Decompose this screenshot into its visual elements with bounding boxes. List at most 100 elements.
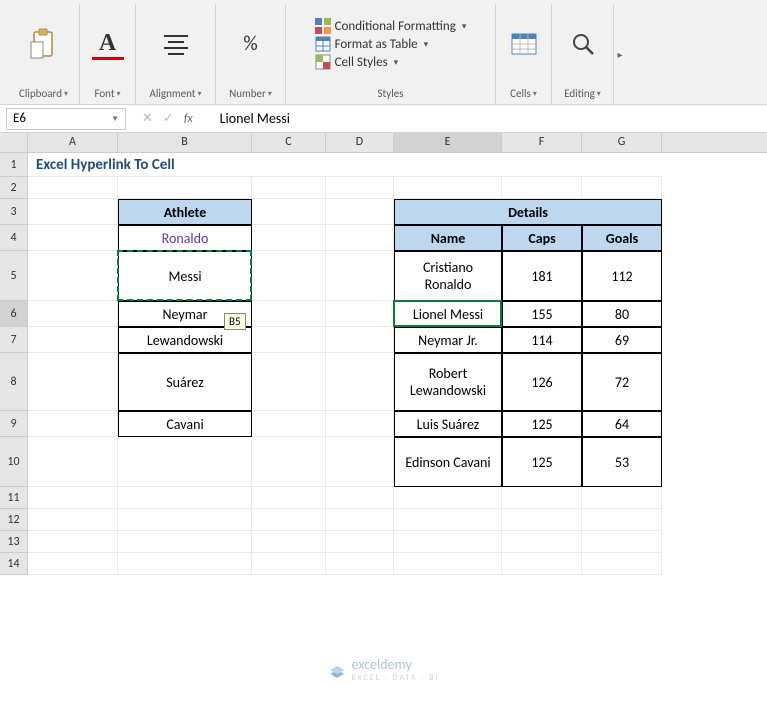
- cell[interactable]: [326, 531, 394, 553]
- cells-icon[interactable]: [508, 28, 540, 60]
- cell[interactable]: [394, 487, 502, 509]
- cell[interactable]: [118, 531, 252, 553]
- cell[interactable]: [28, 353, 118, 411]
- row-header[interactable]: 3: [0, 199, 28, 225]
- alignment-label[interactable]: Alignment: [149, 87, 195, 100]
- cell[interactable]: [502, 177, 582, 199]
- alignment-icon[interactable]: [160, 28, 192, 60]
- details-col-name[interactable]: Name: [394, 225, 502, 251]
- formula-cancel-icon[interactable]: ✕: [142, 111, 153, 126]
- cell[interactable]: [28, 553, 118, 575]
- formula-bar[interactable]: Lionel Messi: [203, 108, 767, 130]
- details-goals[interactable]: 80: [582, 301, 662, 327]
- details-caps[interactable]: 114: [502, 327, 582, 353]
- cell[interactable]: [252, 225, 326, 251]
- font-label[interactable]: Font: [94, 87, 114, 100]
- details-caps[interactable]: 181: [502, 251, 582, 301]
- editing-label[interactable]: Editing: [564, 87, 595, 100]
- row-header[interactable]: 13: [0, 531, 28, 553]
- details-goals[interactable]: 72: [582, 353, 662, 411]
- cell[interactable]: [252, 251, 326, 301]
- cell[interactable]: [28, 411, 118, 437]
- details-caps[interactable]: 125: [502, 411, 582, 437]
- cell[interactable]: [326, 327, 394, 353]
- cell[interactable]: [28, 301, 118, 327]
- cell[interactable]: [582, 177, 662, 199]
- cell[interactable]: [326, 553, 394, 575]
- cell[interactable]: [394, 177, 502, 199]
- cell[interactable]: [326, 353, 394, 411]
- cell[interactable]: [252, 353, 326, 411]
- cell[interactable]: [252, 509, 326, 531]
- details-goals[interactable]: 53: [582, 437, 662, 487]
- cells-label[interactable]: Cells: [510, 87, 531, 100]
- number-label[interactable]: Number: [229, 87, 266, 100]
- row-header[interactable]: 1: [0, 153, 28, 177]
- details-header[interactable]: Details: [394, 199, 662, 225]
- cell[interactable]: [252, 487, 326, 509]
- cell[interactable]: [252, 437, 326, 487]
- col-header[interactable]: F: [502, 133, 582, 152]
- cell[interactable]: [28, 327, 118, 353]
- details-name[interactable]: Lionel Messi: [394, 301, 502, 327]
- cell[interactable]: [394, 509, 502, 531]
- details-name[interactable]: Neymar Jr.: [394, 327, 502, 353]
- row-header[interactable]: 4: [0, 225, 28, 251]
- cell[interactable]: [326, 301, 394, 327]
- details-col-goals[interactable]: Goals: [582, 225, 662, 251]
- name-box[interactable]: E6 ▼: [6, 108, 126, 130]
- cell[interactable]: [582, 509, 662, 531]
- clipboard-label[interactable]: Clipboard: [19, 87, 62, 100]
- cell[interactable]: [118, 553, 252, 575]
- athlete-header[interactable]: Athlete: [118, 199, 252, 225]
- cell[interactable]: [118, 177, 252, 199]
- cell[interactable]: [28, 487, 118, 509]
- cell[interactable]: [252, 177, 326, 199]
- col-header[interactable]: E: [394, 133, 502, 152]
- cell[interactable]: [28, 225, 118, 251]
- number-icon[interactable]: %: [235, 28, 267, 60]
- row-header[interactable]: 12: [0, 509, 28, 531]
- row-header[interactable]: 9: [0, 411, 28, 437]
- cell[interactable]: [326, 199, 394, 225]
- editing-icon[interactable]: [567, 28, 599, 60]
- cell[interactable]: [326, 411, 394, 437]
- details-name[interactable]: Edinson Cavani: [394, 437, 502, 487]
- cell[interactable]: [326, 509, 394, 531]
- sheet-title[interactable]: Excel Hyperlink To Cell: [28, 153, 662, 177]
- cell[interactable]: [28, 199, 118, 225]
- formula-enter-icon[interactable]: ✓: [163, 111, 174, 126]
- cell-styles-button[interactable]: Cell Styles▾: [315, 54, 399, 70]
- col-header[interactable]: G: [582, 133, 662, 152]
- details-name[interactable]: Robert Lewandowski: [394, 353, 502, 411]
- cell[interactable]: [252, 411, 326, 437]
- cell[interactable]: [118, 509, 252, 531]
- athlete-link[interactable]: Ronaldo: [118, 225, 252, 251]
- row-header[interactable]: 7: [0, 327, 28, 353]
- dropdown-icon[interactable]: ▼: [111, 114, 119, 124]
- details-caps[interactable]: 126: [502, 353, 582, 411]
- cell[interactable]: [502, 531, 582, 553]
- details-caps[interactable]: 125: [502, 437, 582, 487]
- cell[interactable]: [28, 509, 118, 531]
- details-goals[interactable]: 69: [582, 327, 662, 353]
- cell[interactable]: [326, 437, 394, 487]
- details-name[interactable]: Luis Suárez: [394, 411, 502, 437]
- ribbon-expand-arrow[interactable]: ▸: [614, 4, 626, 104]
- details-name[interactable]: Cristiano Ronaldo: [394, 251, 502, 301]
- row-header[interactable]: 2: [0, 177, 28, 199]
- details-col-caps[interactable]: Caps: [502, 225, 582, 251]
- cell[interactable]: [582, 487, 662, 509]
- row-header[interactable]: 14: [0, 553, 28, 575]
- athlete-link[interactable]: Cavani: [118, 411, 252, 437]
- athlete-link[interactable]: Suárez: [118, 353, 252, 411]
- cell[interactable]: [502, 553, 582, 575]
- cell[interactable]: [252, 301, 326, 327]
- cell[interactable]: [118, 437, 252, 487]
- cell[interactable]: [252, 531, 326, 553]
- row-header[interactable]: 6: [0, 301, 28, 327]
- cell[interactable]: [252, 327, 326, 353]
- font-icon[interactable]: A: [92, 28, 124, 60]
- format-as-table-button[interactable]: Format as Table▾: [315, 36, 429, 52]
- cell[interactable]: [502, 509, 582, 531]
